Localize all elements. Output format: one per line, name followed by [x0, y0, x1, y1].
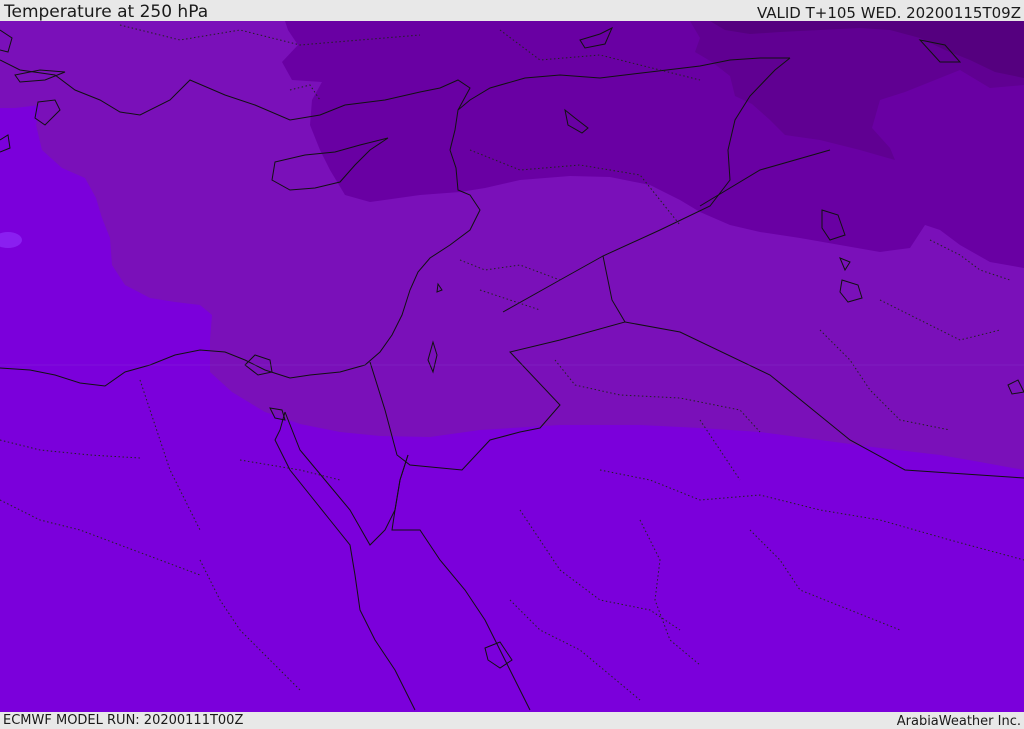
- model-run: ECMWF MODEL RUN: 20200111T00Z: [3, 713, 244, 728]
- credit-label: ArabiaWeather Inc.: [896, 714, 1021, 729]
- footer-bar: ECMWF MODEL RUN: 20200111T00Z ArabiaWeat…: [0, 712, 1024, 729]
- temperature-map[interactable]: [0, 21, 1024, 712]
- header-bar: Temperature at 250 hPa VALID T+105 WED. …: [0, 0, 1024, 22]
- valid-time: VALID T+105 WED. 20200115T09Z: [756, 4, 1021, 22]
- map-title: Temperature at 250 hPa: [4, 2, 209, 22]
